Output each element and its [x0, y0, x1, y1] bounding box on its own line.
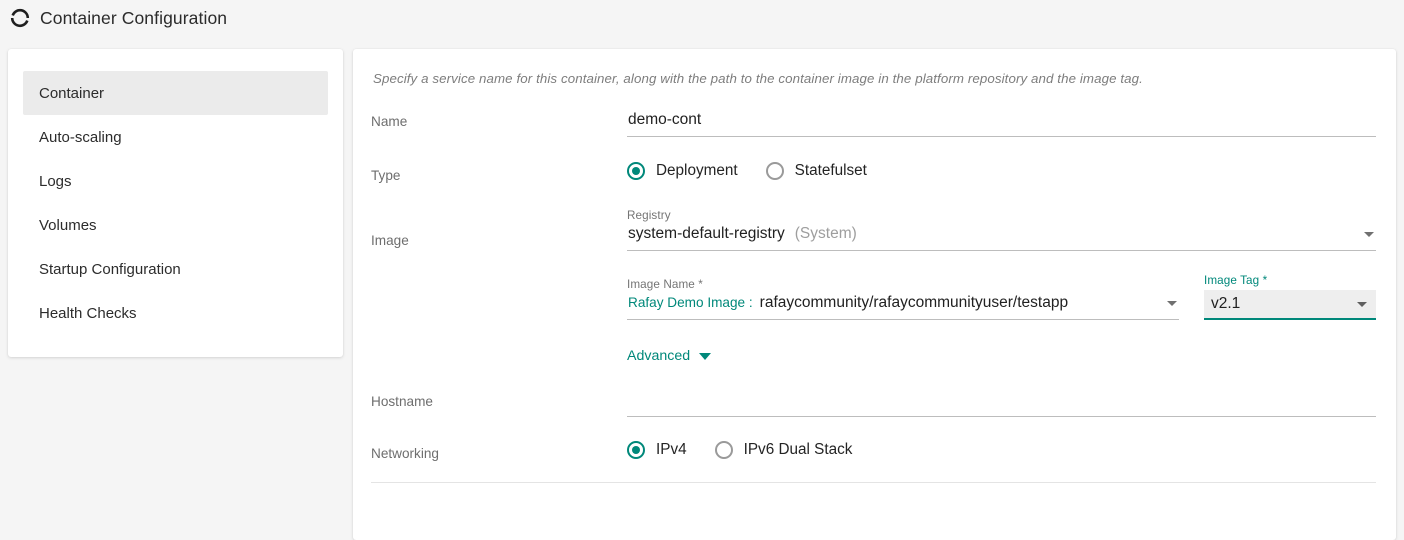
name-label: Name: [371, 114, 408, 129]
sidebar-item-label: Health Checks: [39, 304, 137, 322]
networking-radio-ipv4[interactable]: IPv4: [627, 441, 687, 459]
sidebar-item-label: Auto-scaling: [39, 128, 122, 146]
image-label: Image: [371, 233, 409, 248]
page-body: Container Auto-scaling Logs Volumes Star…: [0, 36, 1404, 540]
radio-mark-icon: [627, 441, 645, 459]
advanced-toggle[interactable]: Advanced: [627, 348, 712, 364]
networking-radio-ipv6-dual-stack[interactable]: IPv6 Dual Stack: [714, 441, 853, 459]
page-header: Container Configuration: [0, 0, 1404, 36]
sidebar-item-container[interactable]: Container: [23, 71, 328, 115]
type-radio-label: Statefulset: [794, 162, 867, 179]
advanced-label: Advanced: [627, 348, 691, 364]
sidebar-item-health-checks[interactable]: Health Checks: [23, 291, 328, 335]
chevron-down-icon: [1364, 232, 1374, 237]
chevron-down-icon: [1167, 301, 1177, 306]
image-name-caption: Image Name *: [627, 278, 703, 291]
name-input[interactable]: [627, 111, 1376, 137]
type-label: Type: [371, 168, 401, 183]
sidebar-item-volumes[interactable]: Volumes: [23, 203, 328, 247]
radio-mark-icon: [627, 162, 645, 180]
registry-value: system-default-registry: [628, 225, 785, 242]
container-ring-icon: [10, 8, 30, 28]
container-form-panel: Specify a service name for this containe…: [353, 49, 1396, 540]
hostname-label: Hostname: [371, 394, 433, 409]
sidebar-item-label: Startup Configuration: [39, 260, 181, 278]
sidebar-item-auto-scaling[interactable]: Auto-scaling: [23, 115, 328, 159]
section-divider: [371, 482, 1376, 483]
radio-mark-icon: [765, 162, 784, 180]
networking-label: Networking: [371, 446, 439, 461]
type-radio-label: Deployment: [656, 162, 738, 179]
sidebar-item-label: Container: [39, 84, 105, 102]
field-row-image: Image Registry system-default-registry (…: [371, 209, 1376, 365]
image-tag-value: v2.1: [1211, 295, 1241, 312]
field-row-networking: Networking IPv4 IPv6 Dual Stack: [371, 441, 1376, 461]
sidebar-nav: Container Auto-scaling Logs Volumes Star…: [8, 49, 343, 357]
sidebar-item-label: Logs: [39, 172, 72, 190]
type-radio-group: Deployment Statefulset: [627, 162, 1376, 180]
page-title: Container Configuration: [40, 7, 228, 28]
networking-radio-group: IPv4 IPv6 Dual Stack: [627, 441, 1376, 459]
networking-radio-label: IPv4: [656, 441, 687, 458]
form-description: Specify a service name for this containe…: [373, 71, 1143, 86]
registry-caption: Registry: [627, 209, 671, 222]
caret-down-icon: [699, 352, 712, 360]
hostname-input[interactable]: [627, 391, 1376, 417]
field-row-name: Name: [371, 111, 1376, 137]
type-radio-statefulset[interactable]: Statefulset: [765, 162, 867, 180]
field-row-hostname: Hostname: [371, 391, 1376, 417]
type-radio-deployment[interactable]: Deployment: [627, 162, 738, 180]
radio-mark-icon: [714, 441, 733, 459]
registry-select[interactable]: Registry system-default-registry (System…: [627, 209, 1376, 251]
image-name-prefix: Rafay Demo Image :: [628, 295, 753, 310]
image-tag-caption: Image Tag *: [1204, 274, 1268, 287]
sidebar-item-label: Volumes: [39, 216, 97, 234]
chevron-down-icon: [1357, 302, 1367, 307]
image-name-value: rafaycommunity/rafaycommunityuser/testap…: [759, 294, 1069, 311]
registry-suffix: (System): [794, 225, 857, 242]
networking-radio-label: IPv6 Dual Stack: [743, 441, 853, 458]
sidebar-item-startup-configuration[interactable]: Startup Configuration: [23, 247, 328, 291]
field-row-type: Type Deployment Statefulset: [371, 162, 1376, 183]
sidebar-item-logs[interactable]: Logs: [23, 159, 328, 203]
image-name-select[interactable]: Image Name * Rafay Demo Image : rafaycom…: [627, 278, 1179, 320]
image-name-tag-row: Image Name * Rafay Demo Image : rafaycom…: [627, 274, 1376, 320]
image-tag-select[interactable]: Image Tag * v2.1: [1204, 274, 1376, 320]
